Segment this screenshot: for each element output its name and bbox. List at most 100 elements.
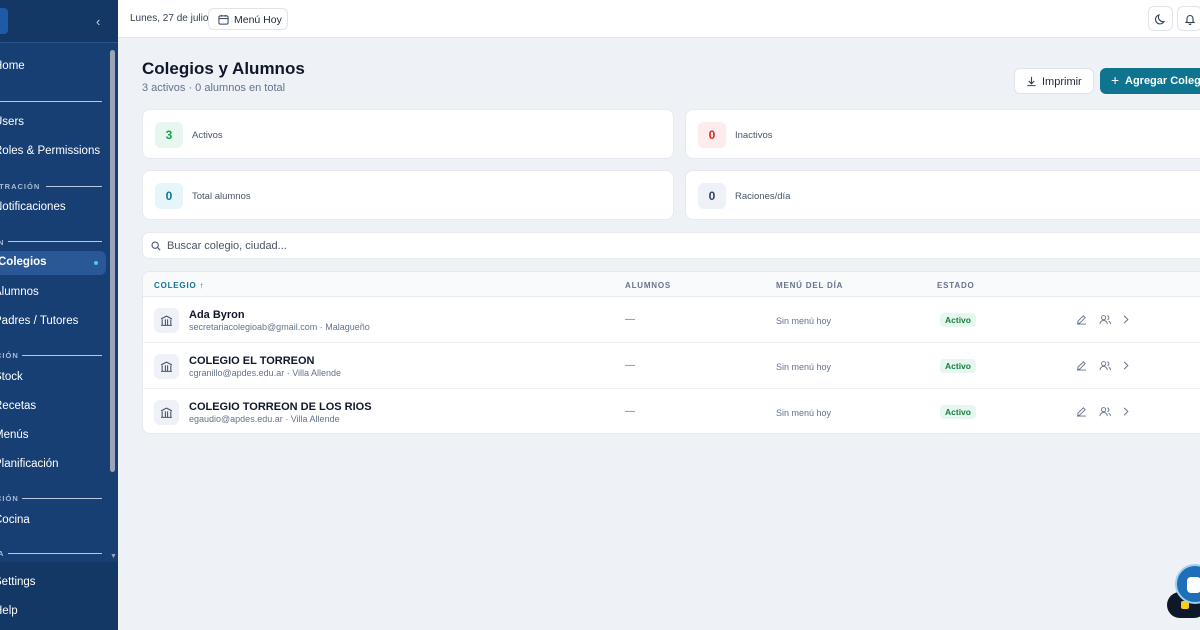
column-header-alumnos[interactable]: ALUMNOS: [625, 281, 671, 290]
users-icon[interactable]: [1099, 406, 1111, 417]
stat-label: Inactivos: [735, 130, 773, 141]
divider: [8, 241, 102, 242]
sidebar-item-recetas[interactable]: Recetas: [0, 400, 36, 412]
sidebar-item-alumnos[interactable]: Alumnos: [0, 286, 39, 298]
search-bar: [142, 232, 1200, 259]
sidebar-item-label: Cocina: [0, 514, 30, 526]
colegios-table: COLEGIO ↑ ALUMNOS MENÚ DEL DÍA ESTADO Ad…: [142, 271, 1200, 434]
users-icon[interactable]: [1099, 314, 1111, 325]
sidebar-item-label: Colegios: [0, 256, 47, 268]
current-date: Lunes, 27 de julio: [130, 13, 209, 24]
divider: [8, 553, 102, 554]
notifications-button[interactable]: [1177, 6, 1200, 31]
sidebar-item-users[interactable]: Users: [0, 116, 24, 128]
sidebar-item-help[interactable]: Help: [0, 605, 18, 617]
table-header: COLEGIO ↑ ALUMNOS MENÚ DEL DÍA ESTADO: [143, 272, 1200, 297]
menu-hoy-label: Menú Hoy: [234, 14, 282, 26]
edit-icon[interactable]: [1076, 314, 1087, 325]
alumnos-count: —: [625, 406, 635, 417]
sidebar-item-roles[interactable]: Roles & Permissions: [0, 145, 100, 157]
plus-icon: +: [1111, 72, 1120, 88]
column-header-estado[interactable]: ESTADO: [937, 281, 975, 290]
sidebar-section-colegios: N: [0, 238, 5, 247]
divider: [0, 101, 102, 102]
sidebar-item-label: Settings: [0, 576, 36, 588]
sidebar-scrollbar[interactable]: [110, 50, 115, 472]
sidebar-item-cocina[interactable]: Cocina: [0, 514, 30, 526]
sidebar-item-label: Padres / Tutores: [0, 315, 79, 327]
stat-label: Activos: [192, 130, 223, 141]
sidebar-item-settings[interactable]: Settings: [0, 576, 36, 588]
sidebar-item-menus[interactable]: Menús: [0, 429, 29, 441]
stat-value: 3: [155, 122, 183, 148]
menu-status: Sin menú hoy: [776, 362, 832, 372]
download-icon: [1027, 76, 1036, 87]
menu-status: Sin menú hoy: [776, 316, 832, 326]
sidebar-item-label: Home: [0, 60, 25, 72]
colegio-contact: cgranillo@apdes.edu.ar · Villa Allende: [189, 368, 342, 378]
sidebar-item-notificaciones[interactable]: Notificaciones: [0, 201, 66, 213]
colegio-name[interactable]: Ada Byron: [189, 309, 245, 321]
users-icon[interactable]: [1099, 360, 1111, 371]
chevron-left-icon[interactable]: ‹: [96, 14, 100, 29]
chevron-right-icon[interactable]: [1122, 406, 1130, 417]
sidebar-section-produccion: CIÓN: [0, 351, 19, 360]
sidebar-section-admin: ISTRACIÓN: [0, 182, 41, 191]
sidebar-item-label: Notificaciones: [0, 201, 66, 213]
scroll-down-icon[interactable]: ▼: [110, 553, 117, 560]
sidebar-item-stock[interactable]: Stock: [0, 371, 23, 383]
colegio-name[interactable]: COLEGIO EL TORREON: [189, 355, 315, 367]
table-row[interactable]: Ada Byron secretariacolegioab@gmail.com …: [143, 297, 1200, 343]
sidebar-item-label: Roles & Permissions: [0, 145, 101, 157]
stat-value: 0: [698, 122, 726, 148]
stat-label: Total alumnos: [192, 191, 251, 202]
column-header-menu[interactable]: MENÚ DEL DÍA: [776, 281, 843, 290]
moon-icon: [1155, 14, 1166, 25]
edit-icon[interactable]: [1076, 406, 1087, 417]
stat-label: Raciones/día: [735, 191, 791, 202]
sidebar-item-colegios[interactable]: Colegios: [0, 251, 106, 275]
sidebar-item-label: Recetas: [0, 400, 37, 412]
sidebar-item-label: Users: [0, 116, 25, 128]
sidebar-item-planificacion[interactable]: Planificación: [0, 458, 59, 470]
page-title: Colegios y Alumnos: [142, 59, 305, 78]
sidebar-section-operacion: CIÓN: [0, 494, 19, 503]
table-row[interactable]: COLEGIO EL TORREON cgranillo@apdes.edu.a…: [143, 343, 1200, 389]
school-icon: [154, 400, 179, 425]
page-subtitle: 3 activos · 0 alumnos en total: [142, 82, 286, 94]
search-icon: [151, 241, 161, 251]
app-logo: [0, 8, 8, 34]
stat-value: 0: [698, 183, 726, 209]
colegio-name[interactable]: COLEGIO TORREON DE LOS RIOS: [189, 401, 372, 413]
table-row[interactable]: COLEGIO TORREON DE LOS RIOS egaudio@apde…: [143, 389, 1200, 433]
school-icon: [154, 354, 179, 379]
colegio-contact: secretariacolegioab@gmail.com · Malagueñ…: [189, 322, 370, 332]
theme-toggle-button[interactable]: [1148, 6, 1173, 31]
alumnos-count: —: [625, 360, 635, 371]
menu-hoy-button[interactable]: Menú Hoy: [208, 8, 288, 30]
chevron-right-icon[interactable]: [1122, 314, 1130, 325]
add-colegio-button[interactable]: + Agregar Colegio: [1100, 68, 1200, 94]
sidebar-item-label: Planificación: [0, 458, 59, 470]
edit-icon[interactable]: [1076, 360, 1087, 371]
sidebar-header: ‹: [0, 0, 118, 43]
column-header-colegio[interactable]: COLEGIO ↑: [154, 281, 204, 290]
sidebar-item-label: Menús: [0, 429, 29, 441]
stat-card-inactivos: 0 Inactivos: [685, 109, 1200, 159]
menu-status: Sin menú hoy: [776, 408, 832, 418]
divider: [46, 186, 102, 187]
print-button[interactable]: Imprimir: [1014, 68, 1094, 94]
chevron-right-icon[interactable]: [1122, 360, 1130, 371]
divider: [22, 498, 102, 499]
sidebar-item-home[interactable]: Home: [0, 60, 25, 72]
colegio-contact: egaudio@apdes.edu.ar · Villa Allende: [189, 414, 340, 424]
stat-card-activos: 3 Activos: [142, 109, 674, 159]
topbar: Lunes, 27 de julio Menú Hoy: [118, 0, 1200, 38]
stat-card-raciones: 0 Raciones/día: [685, 170, 1200, 220]
sidebar-item-label: Help: [0, 605, 18, 617]
search-input[interactable]: [167, 238, 767, 254]
sidebar-item-label: Stock: [0, 371, 23, 383]
sidebar-item-padres[interactable]: Padres / Tutores: [0, 315, 78, 327]
sidebar-item-label: Alumnos: [0, 286, 39, 298]
stat-value: 0: [155, 183, 183, 209]
